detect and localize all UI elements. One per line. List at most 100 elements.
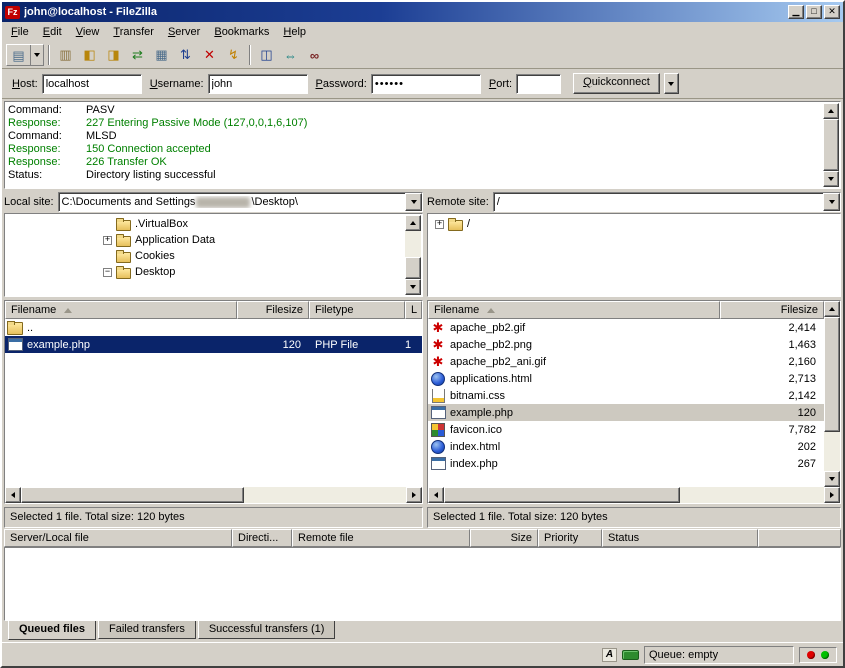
scroll-up-icon[interactable]: [823, 103, 839, 119]
browser-panes: Local site: C:\Documents and Settings\De…: [2, 191, 843, 525]
expand-toggle-icon[interactable]: [103, 236, 112, 245]
tab-successful-transfers[interactable]: Successful transfers (1): [198, 621, 336, 639]
scroll-up-icon[interactable]: [824, 301, 840, 317]
disconnect-icon[interactable]: ↯: [222, 44, 245, 66]
encryption-indicator-icon[interactable]: [622, 650, 639, 660]
column-header-filename[interactable]: Filename: [428, 301, 720, 319]
scroll-right-icon[interactable]: [406, 487, 422, 503]
host-input[interactable]: [42, 74, 142, 94]
find-files-icon[interactable]: ∞: [303, 44, 326, 66]
quickconnect-dropdown[interactable]: [664, 73, 679, 94]
remote-list-hscrollbar[interactable]: [428, 487, 840, 503]
username-label: Username:: [150, 78, 204, 90]
file-row[interactable]: applications.html 2,713: [428, 370, 824, 387]
toggle-local-tree-icon[interactable]: ◧: [78, 44, 101, 66]
image-file-icon: [430, 321, 446, 335]
local-site-combobox[interactable]: C:\Documents and Settings\Desktop\: [58, 192, 423, 212]
tab-queued-files[interactable]: Queued files: [8, 621, 96, 640]
file-row[interactable]: bitnami.css 2,142: [428, 387, 824, 404]
remote-site-combobox[interactable]: /: [493, 192, 841, 212]
file-row[interactable]: example.php 120 PHP File 1: [5, 336, 422, 353]
menu-edit[interactable]: Edit: [36, 23, 69, 41]
menu-help[interactable]: Help: [276, 23, 313, 41]
scroll-right-icon[interactable]: [824, 487, 840, 503]
maximize-button[interactable]: □: [806, 5, 822, 19]
local-pane: Local site: C:\Documents and Settings\De…: [4, 191, 423, 525]
menu-file[interactable]: File: [4, 23, 36, 41]
remote-directory-tree: /: [427, 213, 841, 297]
scroll-up-icon[interactable]: [405, 215, 421, 231]
file-row[interactable]: apache_pb2_ani.gif 2,160: [428, 353, 824, 370]
column-header-filesize[interactable]: Filesize: [720, 301, 824, 319]
site-manager-dropdown[interactable]: [30, 45, 43, 65]
scroll-left-icon[interactable]: [428, 487, 444, 503]
file-row[interactable]: ..: [5, 319, 422, 336]
local-tree-scrollbar[interactable]: [405, 215, 421, 295]
tree-item[interactable]: Cookies: [7, 248, 404, 264]
expand-toggle-icon[interactable]: [435, 220, 444, 229]
file-row[interactable]: index.php 267: [428, 455, 824, 472]
title-bar[interactable]: Fz john@localhost - FileZilla ▁ □ ✕: [2, 2, 843, 22]
expand-toggle-icon[interactable]: [103, 268, 112, 277]
queue-column-server-local-file[interactable]: Server/Local file: [4, 529, 232, 547]
site-manager-icon[interactable]: ▤: [7, 45, 30, 67]
file-row[interactable]: favicon.ico 7,782: [428, 421, 824, 438]
cancel-icon[interactable]: ✕: [198, 44, 221, 66]
toggle-queue-icon[interactable]: ▦: [150, 44, 173, 66]
tab-failed-transfers[interactable]: Failed transfers: [98, 621, 196, 639]
remote-list-scrollbar[interactable]: [824, 301, 840, 487]
minimize-button[interactable]: ▁: [788, 5, 804, 19]
queue-column-status[interactable]: Status: [602, 529, 758, 547]
synchronized-browsing-icon[interactable]: ⇔: [279, 44, 302, 66]
refresh-icon[interactable]: ⇄: [126, 44, 149, 66]
tree-item[interactable]: .VirtualBox: [7, 216, 404, 232]
queue-column-size[interactable]: Size: [470, 529, 538, 547]
local-status-bar: Selected 1 file. Total size: 120 bytes: [4, 507, 423, 528]
toggle-log-icon[interactable]: ▥: [54, 44, 77, 66]
remote-site-dropdown[interactable]: [823, 193, 840, 211]
tree-item[interactable]: /: [430, 216, 822, 232]
file-row[interactable]: index.html 202: [428, 438, 824, 455]
quickconnect-button[interactable]: Quickconnect: [573, 73, 660, 94]
menu-view[interactable]: View: [69, 23, 107, 41]
transfer-queue: Server/Local file Directi... Remote file…: [4, 529, 841, 642]
scroll-down-icon[interactable]: [823, 171, 839, 187]
file-row[interactable]: example.php 120: [428, 404, 824, 421]
queue-column-filler: [758, 529, 841, 547]
port-input[interactable]: [516, 74, 561, 94]
tree-item[interactable]: Desktop: [7, 264, 404, 280]
scroll-down-icon[interactable]: [824, 471, 840, 487]
column-header-last-modified[interactable]: L: [405, 301, 422, 319]
toolbar-separator: [48, 45, 50, 65]
menu-transfer[interactable]: Transfer: [106, 23, 161, 41]
file-row[interactable]: apache_pb2.png 1,463: [428, 336, 824, 353]
file-row[interactable]: apache_pb2.gif 2,414: [428, 319, 824, 336]
folder-icon: [116, 220, 131, 231]
column-header-filesize[interactable]: Filesize: [237, 301, 309, 319]
folder-icon: [448, 220, 463, 231]
queue-column-remote-file[interactable]: Remote file: [292, 529, 470, 547]
php-file-icon: [430, 406, 446, 420]
scroll-left-icon[interactable]: [5, 487, 21, 503]
local-list-hscrollbar[interactable]: [5, 487, 422, 503]
toggle-remote-tree-icon[interactable]: ◨: [102, 44, 125, 66]
log-scrollbar[interactable]: [823, 103, 839, 187]
transfer-type-indicator-icon[interactable]: A: [602, 648, 617, 662]
password-input[interactable]: [371, 74, 481, 94]
directory-comparison-icon[interactable]: ◫: [255, 44, 278, 66]
column-header-filename[interactable]: Filename: [5, 301, 237, 319]
site-manager-split-button[interactable]: ▤: [6, 44, 44, 66]
scroll-down-icon[interactable]: [405, 279, 421, 295]
close-button[interactable]: ✕: [824, 5, 840, 19]
column-header-filetype[interactable]: Filetype: [309, 301, 405, 319]
local-file-list: Filename Filesize Filetype L .. example.…: [4, 300, 423, 504]
menu-bar: File Edit View Transfer Server Bookmarks…: [2, 22, 843, 42]
process-queue-icon[interactable]: ⇅: [174, 44, 197, 66]
local-site-dropdown[interactable]: [405, 193, 422, 211]
menu-server[interactable]: Server: [161, 23, 207, 41]
username-input[interactable]: [208, 74, 308, 94]
queue-column-priority[interactable]: Priority: [538, 529, 602, 547]
queue-column-direction[interactable]: Directi...: [232, 529, 292, 547]
menu-bookmarks[interactable]: Bookmarks: [207, 23, 276, 41]
tree-item[interactable]: Application Data: [7, 232, 404, 248]
